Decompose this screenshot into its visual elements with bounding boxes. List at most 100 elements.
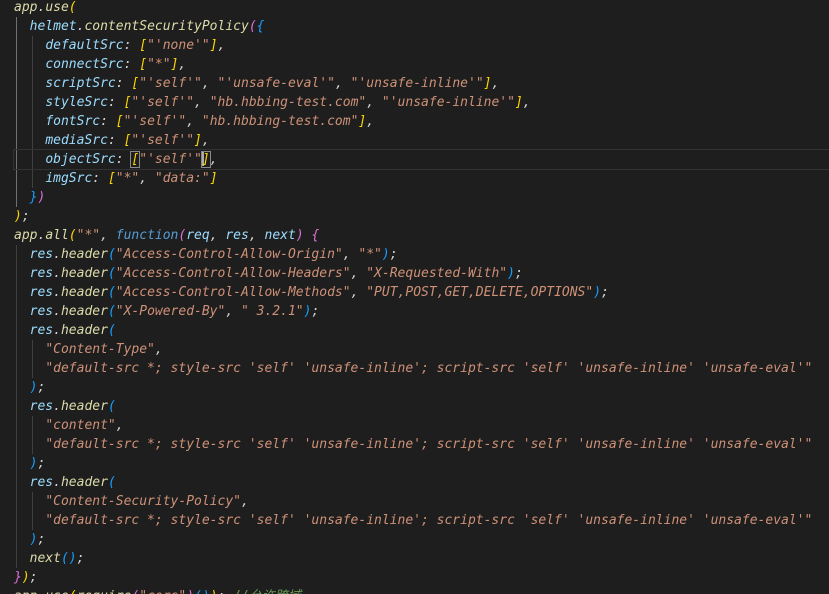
code-line[interactable]: "Content-Type", [14, 340, 829, 359]
code-line[interactable]: res.header("Access-Control-Allow-Origin"… [14, 245, 829, 264]
code-token: , [522, 95, 531, 110]
code-token: , [350, 285, 367, 300]
code-line[interactable]: "default-src *; style-src 'self' 'unsafe… [14, 435, 829, 454]
code-line[interactable]: "default-src *; style-src 'self' 'unsafe… [14, 511, 829, 530]
code-token: header [60, 399, 108, 414]
code-token: "hb.hbbing-test.com" [201, 114, 359, 129]
code-token: objectSrc [45, 152, 116, 167]
code-line[interactable]: mediaSrc: ["'self'"], [14, 131, 829, 150]
code-editor[interactable]: app.use( helmet.contentSecurityPolicy({ … [0, 0, 829, 594]
code-token: "default-src *; style-src 'self' 'unsafe… [45, 437, 813, 452]
code-line[interactable]: imgSrc: ["*", "data:"] [14, 169, 829, 188]
code-token: [ [139, 38, 148, 53]
code-token: function [115, 228, 179, 243]
code-token: , [186, 114, 202, 129]
code-token: ] [514, 95, 523, 110]
code-line[interactable]: res.header("Access-Control-Allow-Headers… [14, 264, 829, 283]
code-token: . [53, 266, 61, 281]
code-token: ( [248, 19, 257, 34]
code-line[interactable]: "default-src *; style-src 'self' 'unsafe… [14, 359, 829, 378]
code-line[interactable]: res.header("X-Powered-By", " 3.2.1"); [14, 302, 829, 321]
code-token: , [115, 418, 124, 433]
code-token: "'unsafe-inline'" [381, 95, 515, 110]
code-token: ; [37, 532, 46, 547]
code-token: app [14, 0, 38, 15]
code-token: , [342, 247, 359, 262]
code-line[interactable]: app.use(require("cors")()); //允许跨域 [14, 587, 829, 594]
code-token: . [53, 475, 61, 490]
code-token: req [186, 228, 210, 243]
code-line[interactable]: ); [14, 378, 829, 397]
code-token: . [53, 323, 61, 338]
code-line[interactable]: res.header( [14, 397, 829, 416]
code-token: ( [107, 399, 116, 414]
code-token: res [29, 266, 54, 281]
code-line[interactable]: fontSrc: ["'self'", "hb.hbbing-test.com"… [14, 112, 829, 131]
code-token: () [194, 589, 210, 594]
code-line[interactable]: ); [14, 454, 829, 473]
code-token: header [60, 475, 108, 490]
code-line[interactable]: "Content-Security-Policy", [14, 492, 829, 511]
code-token: " 3.2.1" [241, 304, 304, 319]
code-token: ( [107, 285, 116, 300]
code-token: ) [295, 228, 304, 243]
code-token: ( [107, 266, 116, 281]
code-line[interactable]: }); [14, 568, 829, 587]
code-line[interactable]: res.header("Access-Control-Allow-Methods… [14, 283, 829, 302]
code-token: all [45, 228, 69, 243]
code-line[interactable]: res.header( [14, 473, 829, 492]
code-token: ( [68, 0, 77, 15]
code-token: , [491, 76, 500, 91]
code-token: ) [37, 190, 46, 205]
code-token: "Access-Control-Allow-Headers" [115, 266, 351, 281]
code-token: ) [14, 209, 22, 224]
code-token: app [14, 228, 38, 243]
code-token: ) [593, 285, 602, 300]
code-token: : [100, 114, 116, 129]
code-token: app [14, 589, 37, 594]
code-token: : [115, 76, 132, 91]
code-token: ( [107, 247, 116, 262]
code-token: : [92, 171, 108, 186]
code-line[interactable]: "content", [14, 416, 829, 435]
code-line[interactable]: app.all("*", function(req, res, next) { [14, 226, 829, 245]
code-line[interactable]: next(); [14, 549, 829, 568]
code-line[interactable]: connectSrc: ["*"], [14, 55, 829, 74]
code-line[interactable]: app.use( [14, 0, 829, 17]
code-token: next [29, 551, 61, 566]
code-line[interactable]: defaultSrc: ["'none'"], [14, 36, 829, 55]
code-token: res [29, 475, 54, 490]
code-lines[interactable]: app.use( helmet.contentSecurityPolicy({ … [13, 0, 829, 594]
code-line[interactable]: ); [14, 207, 829, 226]
code-line[interactable]: styleSrc: ["'self'", "hb.hbbing-test.com… [14, 93, 829, 112]
code-line[interactable]: res.header( [14, 321, 829, 340]
code-token: res [225, 228, 249, 243]
code-token: ; [218, 589, 234, 594]
code-line[interactable]: scriptSrc: ["'self'", "'unsafe-eval'", "… [14, 74, 829, 93]
code-line[interactable]: }) [14, 188, 829, 207]
code-token: : [107, 133, 124, 148]
code-token: ) [381, 247, 390, 262]
code-line[interactable]: objectSrc: ["'self'"], [13, 149, 829, 170]
code-token: res [29, 285, 54, 300]
code-token: "'unsafe-inline'" [350, 76, 484, 91]
code-token: , [217, 38, 226, 53]
code-token: , [154, 342, 163, 357]
code-token: , [100, 228, 116, 243]
code-token: "'self'" [123, 114, 187, 129]
code-token: "PUT,POST,GET,DELETE,OPTIONS" [366, 285, 594, 300]
code-line[interactable]: ); [14, 530, 829, 549]
code-token: "Access-Control-Allow-Origin" [115, 247, 343, 262]
code-line[interactable]: helmet.contentSecurityPolicy({ [14, 17, 829, 36]
code-token: ) [210, 589, 218, 594]
